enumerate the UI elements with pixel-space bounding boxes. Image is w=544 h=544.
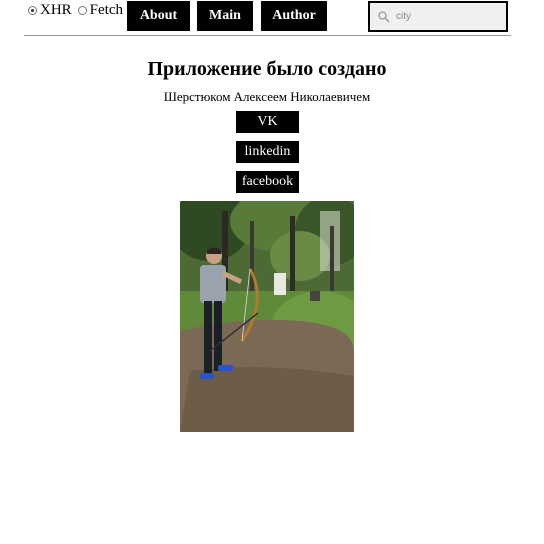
- header-divider: [24, 35, 511, 36]
- facebook-link-button[interactable]: facebook: [236, 171, 299, 193]
- page-title: Приложение было создано: [147, 58, 387, 80]
- nav-main-button[interactable]: Main: [197, 1, 253, 31]
- vk-link-button[interactable]: VK: [236, 111, 299, 133]
- radio-fetch-label: Fetch: [89, 2, 123, 18]
- radio-xhr-indicator[interactable]: [28, 6, 37, 15]
- author-name: Шерстюком Алексеем Николаевичем: [163, 89, 371, 104]
- radio-xhr[interactable]: XHR: [28, 2, 72, 19]
- radio-xhr-label: XHR: [40, 2, 72, 18]
- nav-about-button[interactable]: About: [127, 1, 190, 31]
- author-photo-illustration: [180, 201, 354, 432]
- search-input[interactable]: [396, 11, 496, 22]
- nav-author-button[interactable]: Author: [261, 1, 327, 31]
- header-bar: XHR Fetch About Main Author: [0, 0, 544, 36]
- radio-fetch[interactable]: Fetch: [77, 2, 123, 19]
- search-icon: [378, 10, 390, 23]
- request-method-radio-group: XHR Fetch: [28, 2, 129, 19]
- search-box[interactable]: [368, 1, 508, 32]
- radio-fetch-indicator[interactable]: [77, 6, 87, 15]
- author-photo: [180, 201, 354, 432]
- linkedin-link-button[interactable]: linkedin: [236, 141, 299, 163]
